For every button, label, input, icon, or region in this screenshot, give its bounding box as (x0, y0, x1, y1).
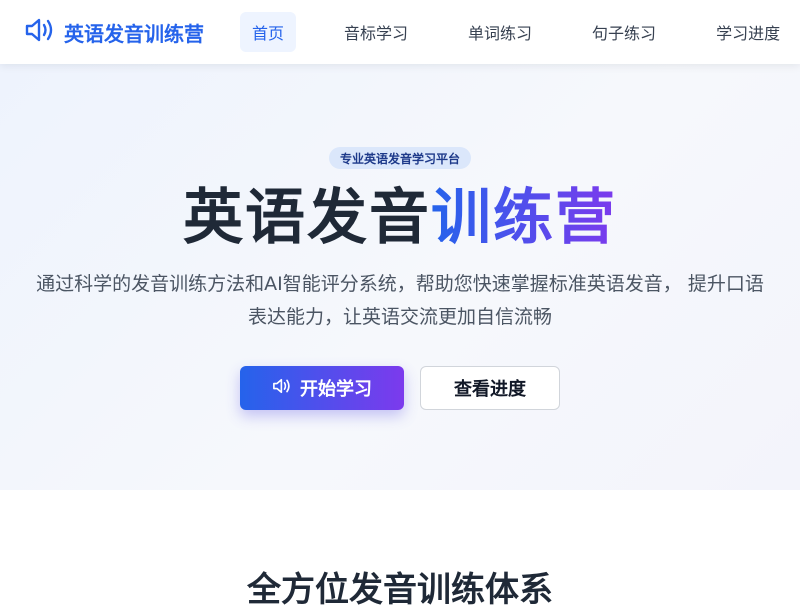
hero-title: 英语发音训练营 (0, 182, 800, 254)
speaker-icon (272, 377, 292, 400)
top-navbar: 英语发音训练营 首页 音标学习 单词练习 句子练习 学习进度 (0, 0, 800, 64)
nav-item-words[interactable]: 单词练习 (456, 12, 544, 52)
start-learning-button[interactable]: 开始学习 (240, 366, 404, 410)
hero-section: 专业英语发音学习平台 英语发音训练营 通过科学的发音训练方法和AI智能评分系统，… (0, 64, 800, 490)
main-nav: 首页 音标学习 单词练习 句子练习 学习进度 (240, 12, 792, 52)
hero-description: 通过科学的发音训练方法和AI智能评分系统，帮助您快速掌握标准英语发音， 提升口语… (10, 268, 790, 334)
speaker-icon (24, 16, 56, 49)
start-learning-label: 开始学习 (300, 379, 372, 400)
hero-title-plain: 英语发音 (183, 183, 431, 253)
hero-badge: 专业英语发音学习平台 (329, 147, 471, 169)
nav-item-sentences[interactable]: 句子练习 (580, 12, 668, 52)
brand-logo[interactable]: 英语发音训练营 (24, 18, 204, 46)
view-progress-button[interactable]: 查看进度 (420, 366, 560, 410)
hero-title-gradient: 训练营 (431, 183, 617, 253)
hero-description-line2: 表达能力，让英语交流更加自信流畅 (247, 306, 552, 328)
features-section-title: 全方位发音训练体系 (247, 570, 553, 610)
nav-item-home[interactable]: 首页 (240, 12, 297, 52)
nav-item-phonetics[interactable]: 音标学习 (332, 12, 420, 52)
hero-description-line1: 通过科学的发音训练方法和AI智能评分系统，帮助您快速掌握标准英语发音， 提升口语 (36, 273, 764, 295)
nav-item-progress[interactable]: 学习进度 (704, 12, 792, 52)
brand-title: 英语发音训练营 (64, 21, 204, 46)
